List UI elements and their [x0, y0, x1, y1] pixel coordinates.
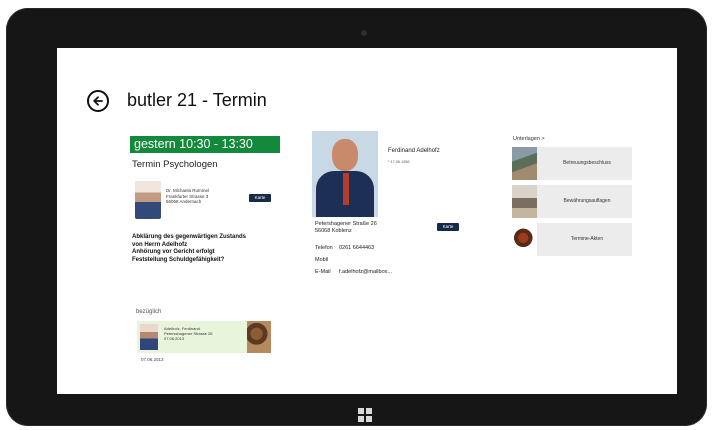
related-photo: [140, 324, 158, 350]
description-line: Feststellung Schuldgefähigkeit?: [132, 256, 225, 263]
page-title: butler 21 - Termin: [127, 90, 267, 110]
doctor-info: Dr. Michaela Rummel Frankfurter Strasse …: [166, 188, 209, 205]
back-button[interactable]: [87, 90, 109, 112]
document-label: Betreuungsbeschluss: [563, 160, 611, 166]
person-address: Petershagener Straße 26 56068 Koblenz: [315, 221, 377, 234]
contact-list: Telefon 0261 6644463 Mobil E-Mail f.adel…: [315, 245, 392, 281]
related-date: 07.06.2013: [141, 357, 164, 362]
windows-pane: [358, 408, 364, 414]
address-city: 56068 Koblenz: [315, 227, 352, 234]
description-line: Abklärung des gegenwärtigen Zustands: [132, 234, 247, 240]
related-thumbnail[interactable]: [247, 321, 271, 353]
camera: [361, 30, 367, 36]
document-thumbnail: [512, 185, 537, 218]
address-street: Petershagener Straße 26: [315, 221, 377, 227]
arrow-left-icon: [93, 96, 103, 106]
windows-pane: [366, 416, 372, 422]
document-thumbnail: [512, 147, 537, 180]
person-photo[interactable]: [312, 131, 378, 217]
appointment-description: Abklärung des gegenwärtigen Zustands von…: [132, 234, 282, 264]
person-subtitle: * 17.06.1956: [388, 160, 410, 164]
description-line: Anhörung vor Gericht erfolgt: [132, 249, 215, 255]
related-label: bezüglich: [136, 309, 162, 315]
related-line: 07.06.2013: [164, 336, 185, 341]
windows-pane: [366, 408, 372, 414]
appointment-type: Termin Psychologen: [132, 159, 218, 170]
contact-key: Mobil: [315, 257, 329, 263]
document-label: Bewährungsauflagen: [563, 198, 611, 204]
document-label: Termine-Akten: [570, 236, 604, 242]
person-name: Ferdinand Adelhofz: [388, 148, 440, 154]
contact-key: E-Mail: [315, 269, 331, 275]
doctor-photo[interactable]: [135, 181, 161, 219]
description-line: von Herrn Adelhofz: [132, 241, 188, 248]
contact-key: Telefon: [315, 245, 333, 251]
contact-value: 0261 6644463: [339, 245, 375, 251]
tablet-frame: butler 21 - Termin gestern 10:30 - 13:30…: [6, 8, 707, 426]
contact-phone[interactable]: Telefon 0261 6644463: [315, 245, 392, 257]
document-tile[interactable]: Bewährungsauflagen: [512, 185, 632, 218]
doctor-map-chip[interactable]: Karte: [249, 194, 271, 202]
photo-tie: [343, 173, 349, 205]
appointment-time: gestern 10:30 - 13:30: [130, 136, 280, 153]
document-tile[interactable]: Betreuungsbeschluss: [512, 147, 632, 180]
contact-mobile[interactable]: Mobil: [315, 257, 392, 269]
related-card[interactable]: Adelhofz, Ferdinand Petersshagener Stras…: [137, 321, 247, 353]
address-map-chip[interactable]: Karte: [437, 223, 459, 231]
document-tile[interactable]: Termine-Akten: [512, 223, 632, 256]
windows-pane: [358, 416, 364, 422]
contact-value: f.adelhofz@mailbox...: [339, 269, 392, 275]
doctor-name: Dr. Michaela Rummel: [166, 188, 210, 193]
documents-header[interactable]: Unterlagen >: [513, 136, 545, 142]
app-screen: butler 21 - Termin gestern 10:30 - 13:30…: [57, 48, 677, 394]
related-text: Adelhofz, Ferdinand Petersshagener Stras…: [164, 326, 212, 341]
contact-email[interactable]: E-Mail f.adelhofz@mailbox...: [315, 269, 392, 281]
photo-face: [332, 139, 358, 171]
doctor-city: 56068 Andernach: [166, 199, 202, 204]
document-thumbnail: [512, 223, 537, 256]
windows-icon[interactable]: [358, 408, 372, 422]
